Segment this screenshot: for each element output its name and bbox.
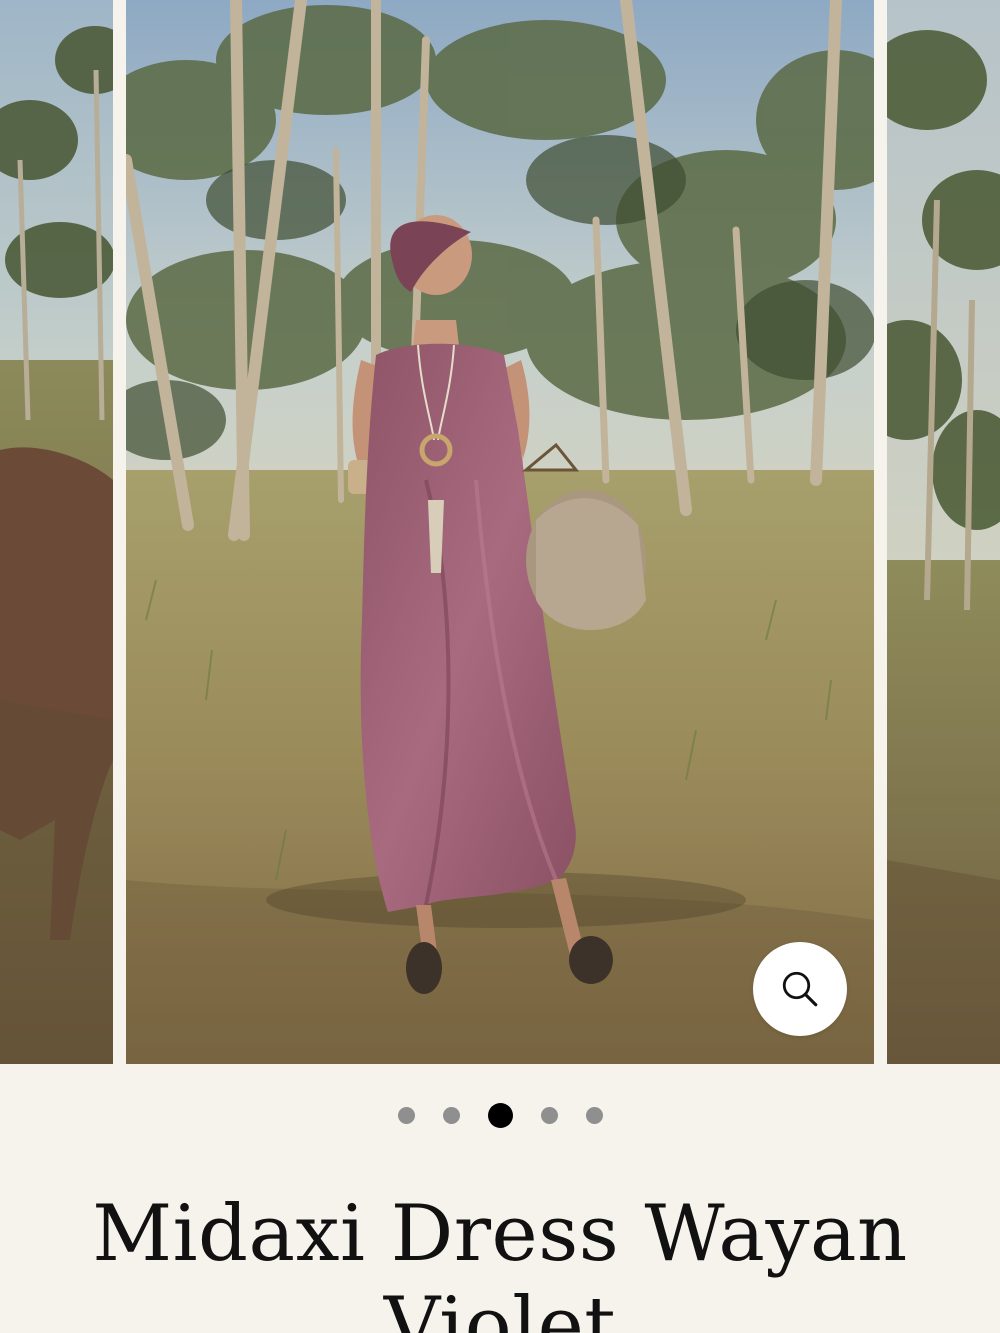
pagination-dot-active[interactable]: [487, 1102, 513, 1128]
product-photo: [126, 0, 874, 1064]
carousel-slide-previous[interactable]: [0, 0, 113, 1064]
previous-slide-photo: [0, 0, 113, 1064]
search-icon: [782, 971, 818, 1007]
carousel-slide-next[interactable]: [887, 0, 1000, 1064]
carousel-slide-active[interactable]: [126, 0, 874, 1064]
pagination-dot[interactable]: [585, 1106, 603, 1124]
product-image-carousel[interactable]: [0, 0, 1000, 1064]
pagination-dot[interactable]: [540, 1106, 558, 1124]
zoom-button[interactable]: [753, 942, 847, 1036]
product-title: Midaxi Dress Wayan Violet: [92, 1189, 908, 1333]
pagination-dot[interactable]: [397, 1106, 415, 1124]
carousel-pagination: [0, 1102, 1000, 1128]
next-slide-photo: [887, 0, 1000, 1064]
pagination-dot[interactable]: [442, 1106, 460, 1124]
